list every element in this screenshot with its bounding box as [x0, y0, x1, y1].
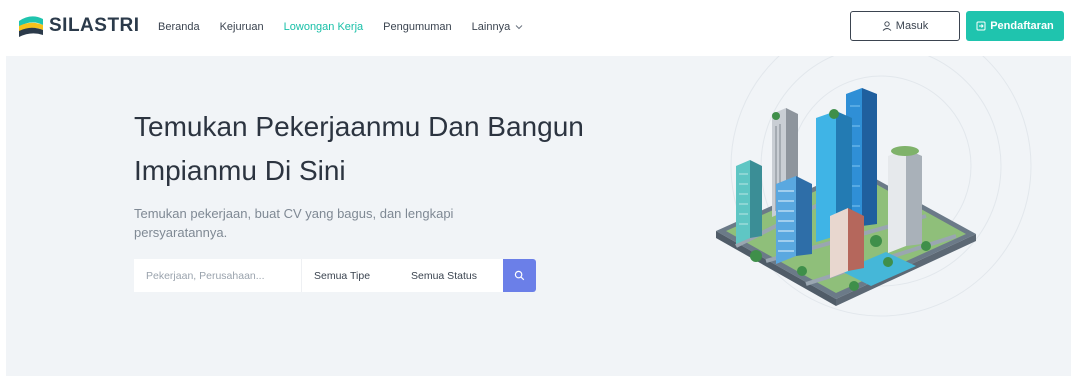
brand-name: SILASTRI — [49, 15, 140, 36]
nav-item-lowongan-kerja[interactable]: Lowongan Kerja — [284, 21, 364, 33]
navbar: SILASTRI Beranda Kejuruan Lowongan Kerja… — [0, 0, 1071, 54]
nav-item-pengumuman[interactable]: Pengumuman — [383, 21, 452, 33]
login-button-label: Masuk — [895, 20, 929, 32]
main-nav: Beranda Kejuruan Lowongan Kerja Pengumum… — [158, 0, 543, 54]
striped-building — [776, 176, 812, 264]
register-button[interactable]: Pendaftaran — [966, 11, 1064, 41]
type-select[interactable]: Semua Tipe — [302, 259, 401, 292]
teal-tower — [736, 160, 762, 244]
status-select[interactable]: Semua Status — [401, 259, 503, 292]
job-search-bar: Semua Tipe Semua Status — [134, 259, 536, 292]
white-tower — [888, 146, 922, 253]
nav-item-beranda[interactable]: Beranda — [158, 21, 200, 33]
job-search-input[interactable] — [134, 259, 301, 292]
chevron-down-icon — [515, 25, 523, 30]
login-button[interactable]: Masuk — [850, 11, 960, 41]
register-button-label: Pendaftaran — [990, 20, 1054, 32]
search-button[interactable] — [503, 259, 536, 292]
sign-in-icon — [976, 21, 986, 31]
hero-section: Temukan Pekerjaanmu Dan Bangun Impianmu … — [6, 56, 1071, 376]
nav-item-kejuruan[interactable]: Kejuruan — [220, 21, 264, 33]
brick-building — [830, 208, 864, 278]
brand-logo[interactable]: SILASTRI — [16, 11, 140, 41]
hero-title: Temukan Pekerjaanmu Dan Bangun Impianmu … — [134, 111, 584, 186]
user-icon — [882, 21, 892, 31]
brand-logo-icon — [19, 16, 43, 37]
nav-item-lainnya-label: Lainnya — [471, 21, 511, 33]
nav-item-lainnya[interactable]: Lainnya — [472, 21, 524, 33]
city-illustration — [716, 56, 1032, 317]
hero-subtitle: Temukan pekerjaan, buat CV yang bagus, d… — [134, 206, 454, 240]
search-icon — [514, 270, 525, 281]
